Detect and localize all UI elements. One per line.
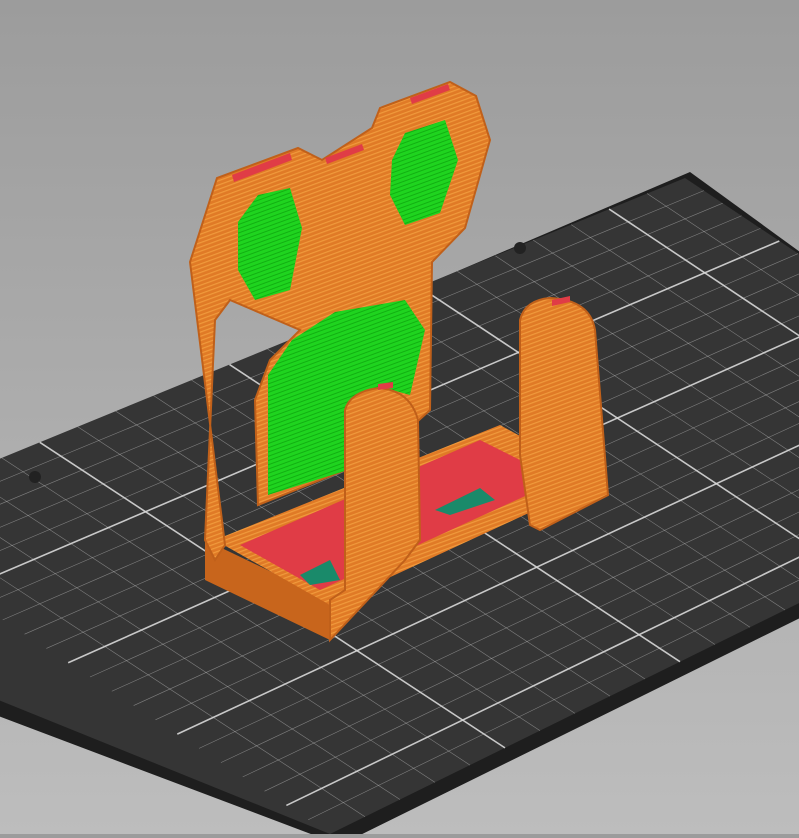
scene <box>0 80 799 838</box>
3d-preview-viewport[interactable] <box>0 0 799 838</box>
bed-screw <box>29 471 41 483</box>
bed-screw <box>514 242 526 254</box>
front-arm-right <box>519 296 610 532</box>
